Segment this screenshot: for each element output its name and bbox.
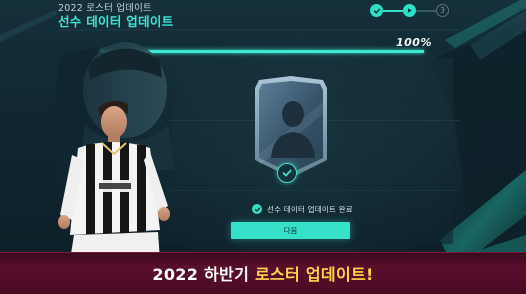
step-1-complete (370, 4, 383, 17)
complete-check-badge (277, 163, 297, 183)
banner-text: 2022 하반기 로스터 업데이트! (0, 261, 526, 285)
update-screen: 2022 로스터 업데이트 선수 데이터 업데이트 3 100% 선수 데이터 … (0, 0, 526, 294)
step-2-current (403, 4, 416, 17)
check-icon (282, 169, 292, 177)
status-row: 선수 데이터 업데이트 완료 (252, 203, 353, 215)
status-message: 선수 데이터 업데이트 완료 (267, 204, 353, 214)
status-check (252, 204, 262, 214)
page-title: 선수 데이터 업데이트 (58, 14, 174, 29)
banner-text-part1: 2022 하반기 (152, 265, 255, 284)
step-3-pending: 3 (436, 4, 449, 17)
step-connector (416, 10, 436, 12)
check-icon (373, 8, 380, 14)
step-indicator: 3 (366, 2, 452, 20)
progress-percent: 100% (396, 36, 432, 49)
player-image (58, 42, 175, 260)
play-icon (408, 8, 412, 13)
step-connector (383, 10, 403, 12)
banner-text-part2: 로스터 업데이트! (254, 265, 374, 284)
next-button[interactable]: 다음 (231, 222, 350, 239)
check-icon (254, 206, 260, 212)
